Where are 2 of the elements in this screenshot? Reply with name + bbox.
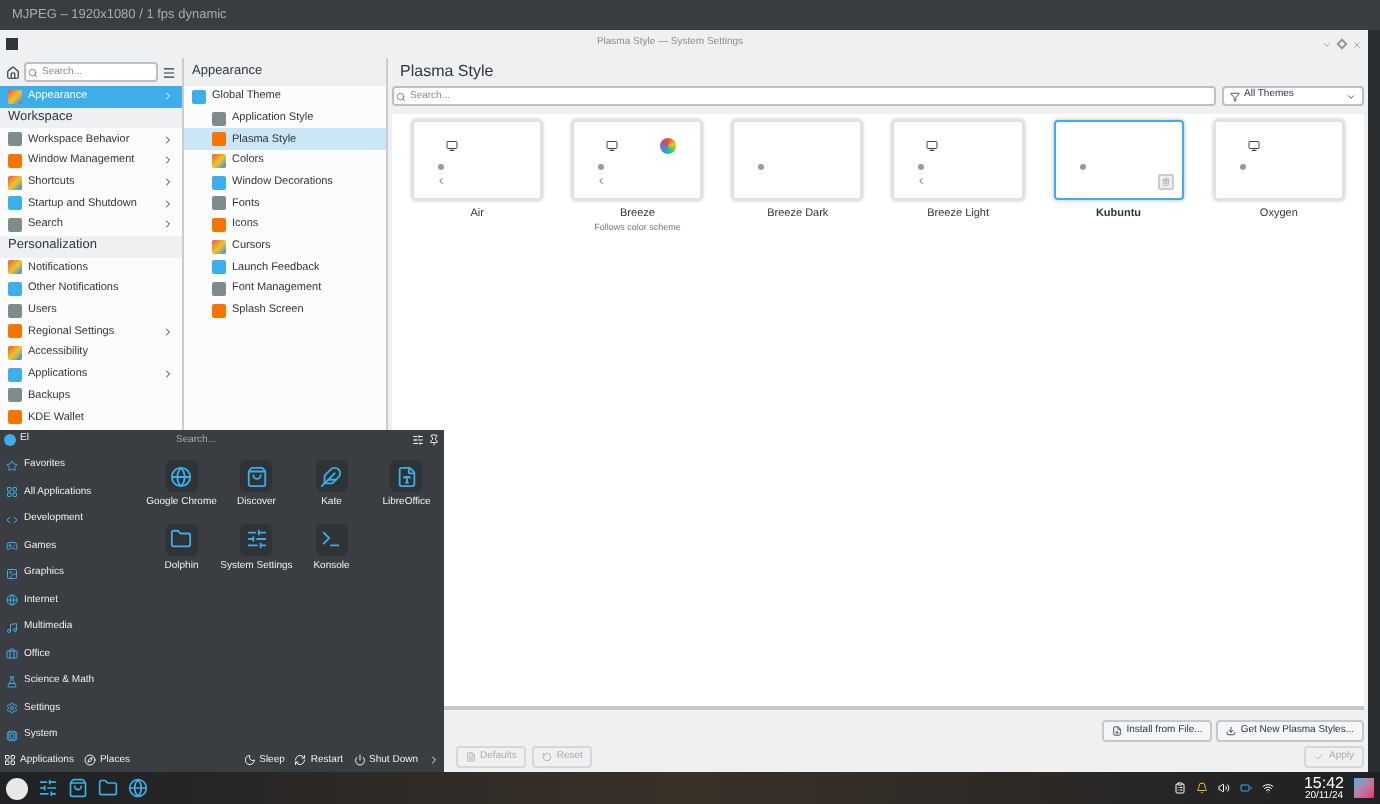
clock-time: 15:42 [1303, 775, 1344, 791]
page-title: Plasma Style [398, 60, 496, 84]
